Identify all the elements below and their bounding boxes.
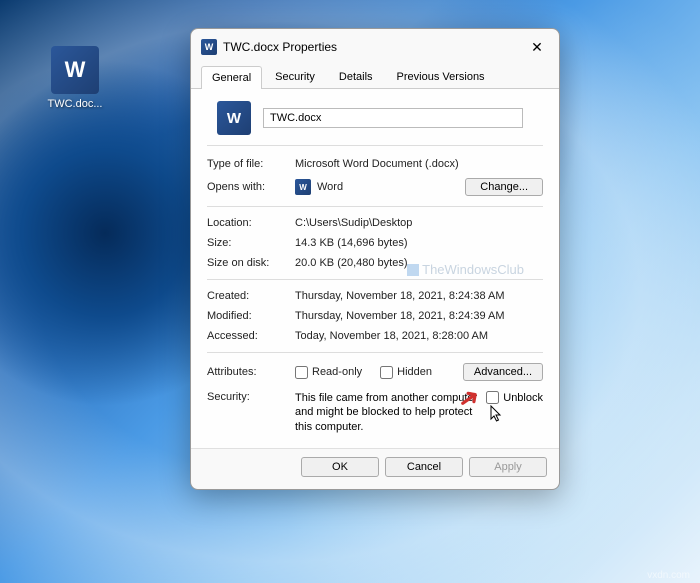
desktop-file-icon[interactable]: W TWC.doc... [40, 46, 110, 110]
unblock-label: Unblock [503, 392, 543, 404]
security-text: This file came from another computer and… [295, 391, 486, 434]
hidden-checkbox-group[interactable]: Hidden [380, 366, 432, 379]
tab-previous-versions[interactable]: Previous Versions [386, 65, 496, 88]
word-icon: W [295, 179, 311, 195]
created-value: Thursday, November 18, 2021, 8:24:38 AM [295, 290, 543, 302]
modified-label: Modified: [207, 310, 295, 322]
type-value: Microsoft Word Document (.docx) [295, 158, 543, 170]
size-label: Size: [207, 237, 295, 249]
size-on-disk-label: Size on disk: [207, 257, 295, 269]
source-label: vxdn.com [647, 570, 690, 581]
ok-button[interactable]: OK [301, 457, 379, 477]
unblock-checkbox-group[interactable]: Unblock ➜ [486, 391, 543, 404]
filename-input[interactable] [263, 108, 523, 128]
advanced-button[interactable]: Advanced... [463, 363, 543, 381]
opens-with-label: Opens with: [207, 181, 295, 193]
created-label: Created: [207, 290, 295, 302]
cursor-icon [490, 405, 504, 426]
accessed-label: Accessed: [207, 330, 295, 342]
tab-content: W Type of file: Microsoft Word Document … [191, 89, 559, 448]
dialog-footer: OK Cancel Apply [191, 448, 559, 489]
hidden-label: Hidden [397, 366, 432, 378]
tab-general[interactable]: General [201, 66, 262, 89]
attributes-label: Attributes: [207, 366, 295, 378]
tab-details[interactable]: Details [328, 65, 384, 88]
close-button[interactable]: ✕ [525, 37, 549, 57]
readonly-checkbox[interactable] [295, 366, 308, 379]
apply-button[interactable]: Apply [469, 457, 547, 477]
tab-security[interactable]: Security [264, 65, 326, 88]
accessed-value: Today, November 18, 2021, 8:28:00 AM [295, 330, 543, 342]
word-icon: W [51, 46, 99, 94]
cancel-button[interactable]: Cancel [385, 457, 463, 477]
window-title: TWC.docx Properties [223, 40, 525, 54]
opens-with-value: Word [317, 181, 343, 193]
location-value: C:\Users\Sudip\Desktop [295, 217, 543, 229]
word-icon: W [217, 101, 251, 135]
tab-strip: General Security Details Previous Versio… [191, 61, 559, 89]
readonly-label: Read-only [312, 366, 362, 378]
size-value: 14.3 KB (14,696 bytes) [295, 237, 543, 249]
security-label: Security: [207, 391, 295, 403]
modified-value: Thursday, November 18, 2021, 8:24:39 AM [295, 310, 543, 322]
desktop-file-label: TWC.doc... [40, 98, 110, 110]
properties-dialog: W TWC.docx Properties ✕ General Security… [190, 28, 560, 490]
size-on-disk-value: 20.0 KB (20,480 bytes) [295, 257, 543, 269]
titlebar[interactable]: W TWC.docx Properties ✕ [191, 29, 559, 61]
change-button[interactable]: Change... [465, 178, 543, 196]
type-label: Type of file: [207, 158, 295, 170]
unblock-checkbox[interactable] [486, 391, 499, 404]
hidden-checkbox[interactable] [380, 366, 393, 379]
word-icon: W [201, 39, 217, 55]
location-label: Location: [207, 217, 295, 229]
readonly-checkbox-group[interactable]: Read-only [295, 366, 362, 379]
